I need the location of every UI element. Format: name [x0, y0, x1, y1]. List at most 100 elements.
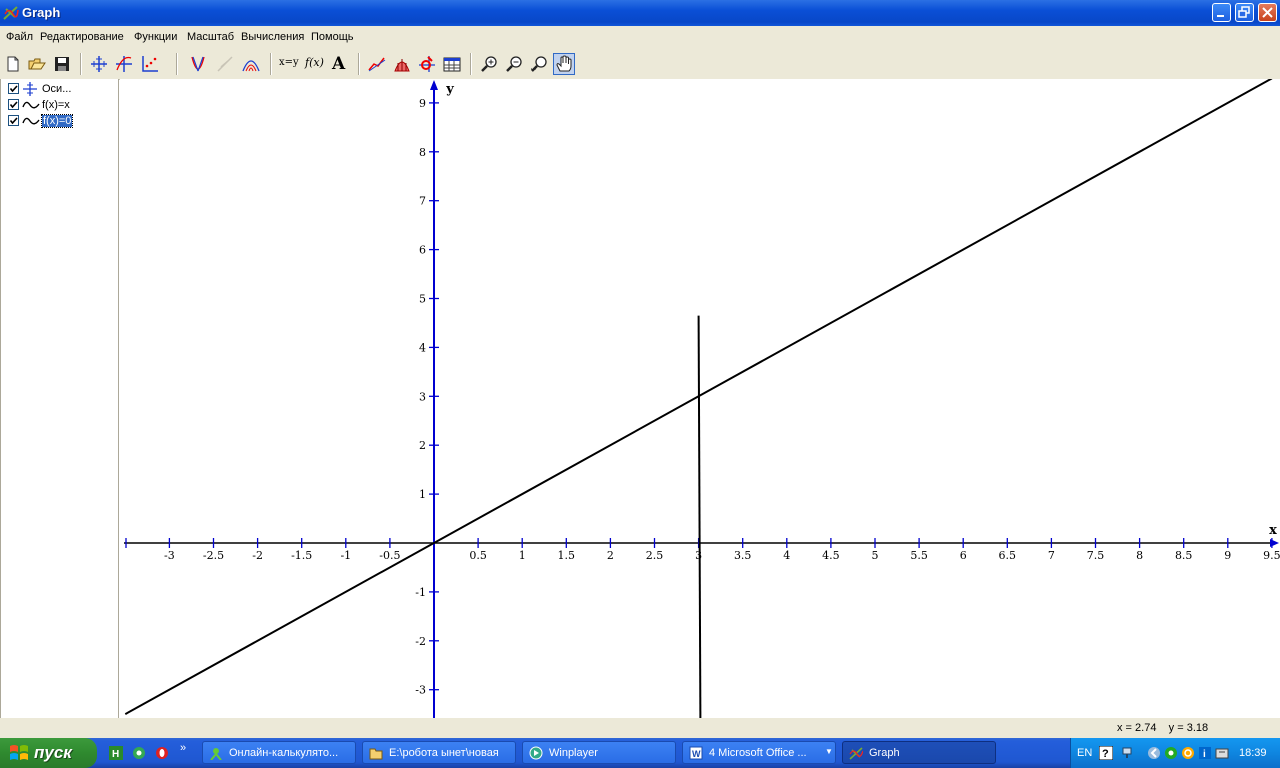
player-icon	[529, 746, 543, 760]
shading-button[interactable]	[240, 53, 262, 75]
task-calculator[interactable]: Онлайн-калькулято...	[202, 741, 356, 764]
new-button[interactable]	[2, 53, 24, 75]
task-office-group[interactable]: W 4 Microsoft Office ... ▼	[682, 741, 836, 764]
menu-edit[interactable]: Редактирование	[40, 31, 124, 43]
open-button[interactable]	[26, 53, 48, 75]
svg-text:W: W	[692, 749, 701, 759]
task-label: Онлайн-калькулято...	[229, 747, 339, 759]
y-tick-label: 4	[419, 341, 426, 354]
language-indicator[interactable]: EN	[1077, 747, 1092, 759]
function-1-checkbox[interactable]	[8, 99, 19, 110]
y-tick-label: -1	[415, 586, 426, 599]
x-tick-label: 2.5	[646, 549, 664, 562]
svg-text:H: H	[112, 749, 119, 760]
quicklaunch-opera-icon[interactable]	[155, 746, 169, 760]
axes-button[interactable]	[88, 53, 110, 75]
x-tick-label: 3.5	[734, 549, 752, 562]
insert-relation-button[interactable]: x=y	[278, 53, 300, 75]
x-tick-label: 5	[872, 549, 879, 562]
tree-item-label: f(x)=0	[40, 114, 74, 128]
network-icon[interactable]	[1121, 746, 1135, 760]
x-tick-label: -2.5	[203, 549, 224, 562]
axes-icon	[23, 82, 37, 96]
task-graph[interactable]: Graph	[842, 741, 996, 764]
toolbar-separator	[176, 53, 178, 75]
y-tick-label: 1	[419, 488, 426, 501]
toolbar-separator	[80, 53, 82, 75]
calculator-icon	[210, 748, 222, 760]
insert-point-series-button[interactable]	[139, 53, 161, 75]
area-icon	[394, 59, 410, 72]
tangent-button[interactable]	[187, 53, 209, 75]
insert-custom-function-button[interactable]: f(x)	[304, 53, 326, 75]
quicklaunch-more-icon[interactable]: »	[180, 742, 186, 754]
browser-tray-icon[interactable]	[1164, 746, 1178, 760]
update-icon[interactable]	[1181, 746, 1195, 760]
y-tick-label: -2	[415, 635, 426, 648]
zoom-out-button[interactable]	[503, 53, 525, 75]
x-tick-label: 4.5	[822, 549, 840, 562]
task-label: Winplayer	[549, 747, 598, 759]
area-button[interactable]	[391, 53, 413, 75]
shading-icon	[242, 60, 260, 72]
evaluate-button[interactable]	[416, 53, 438, 75]
table-button[interactable]	[441, 53, 463, 75]
insert-relation-label: x=y	[279, 57, 299, 68]
checkmark-icon	[9, 85, 18, 93]
y-tick-label: 8	[419, 146, 426, 159]
axes-checkbox[interactable]	[8, 83, 19, 94]
y-tick-label: 3	[419, 390, 426, 403]
graph-application-window: Graph Файл Редактирование Функции Масшта…	[0, 0, 1280, 768]
x-tick-label: -1	[340, 549, 351, 562]
zoom-in-button[interactable]	[478, 53, 500, 75]
hand-move-button[interactable]	[553, 53, 575, 75]
series-line-vertical	[697, 315, 702, 720]
normal-button[interactable]	[214, 53, 236, 75]
x-tick-label: 2	[607, 549, 614, 562]
start-button[interactable]: пуск	[0, 738, 97, 768]
y-tick-label: 7	[419, 195, 426, 208]
function-curve-icon	[22, 101, 40, 109]
volume-icon[interactable]	[1215, 746, 1229, 760]
save-button[interactable]	[51, 53, 73, 75]
info-icon[interactable]: i	[1198, 746, 1212, 760]
restore-button[interactable]	[1235, 3, 1254, 22]
help-icon[interactable]: ?	[1099, 746, 1113, 760]
x-tick-label: 1	[519, 549, 526, 562]
menu-help[interactable]: Помощь	[311, 31, 354, 43]
toolbar-separator	[358, 53, 360, 75]
trendline-button[interactable]	[366, 53, 388, 75]
x-tick-label: -3	[164, 549, 175, 562]
title-bar[interactable]: Graph	[0, 0, 1280, 26]
y-axis-label: y	[445, 82, 454, 97]
menu-file[interactable]: Файл	[6, 31, 33, 43]
task-label: Graph	[869, 747, 900, 759]
hand-move-icon	[556, 55, 572, 72]
x-tick-label: 9.5	[1263, 549, 1280, 562]
insert-label-button[interactable]: A	[329, 53, 351, 75]
quicklaunch-browser-icon[interactable]	[132, 746, 146, 760]
task-winplayer[interactable]: Winplayer	[522, 741, 676, 764]
back-arrow-icon[interactable]	[1147, 746, 1161, 760]
minimize-icon	[1217, 15, 1224, 17]
x-tick-label: -2	[252, 549, 263, 562]
save-icon	[55, 57, 69, 71]
task-folder[interactable]: E:\робота ынет\новая	[362, 741, 516, 764]
menu-calculate[interactable]: Вычисления	[241, 31, 304, 43]
plot-svg: -3 -2.5 -2 -1.5 -1 -0.5 0.5 1 1.5 2 2.5 3 3.5 4 4.5 5 5.…	[124, 77, 1280, 720]
x-tick-label: 4	[783, 549, 790, 562]
menu-zoom[interactable]: Масштаб	[187, 31, 234, 43]
insert-function-button[interactable]	[113, 53, 135, 75]
restore-icon	[1238, 6, 1250, 18]
x-tick-label: 0.5	[469, 549, 487, 562]
quicklaunch-app-icon[interactable]: H	[109, 746, 123, 760]
menu-functions[interactable]: Функции	[134, 31, 177, 43]
graph-canvas[interactable]: -3 -2.5 -2 -1.5 -1 -0.5 0.5 1 1.5 2 2.5 3 3.5 4 4.5 5 5.…	[120, 77, 1280, 720]
zoom-standard-button[interactable]	[528, 53, 550, 75]
close-button[interactable]	[1258, 3, 1277, 22]
function-2-checkbox[interactable]	[8, 115, 19, 126]
x-tick-label: 6	[960, 549, 967, 562]
axes-icon	[91, 56, 107, 72]
minimize-button[interactable]	[1212, 3, 1231, 22]
start-label: пуск	[34, 743, 72, 762]
